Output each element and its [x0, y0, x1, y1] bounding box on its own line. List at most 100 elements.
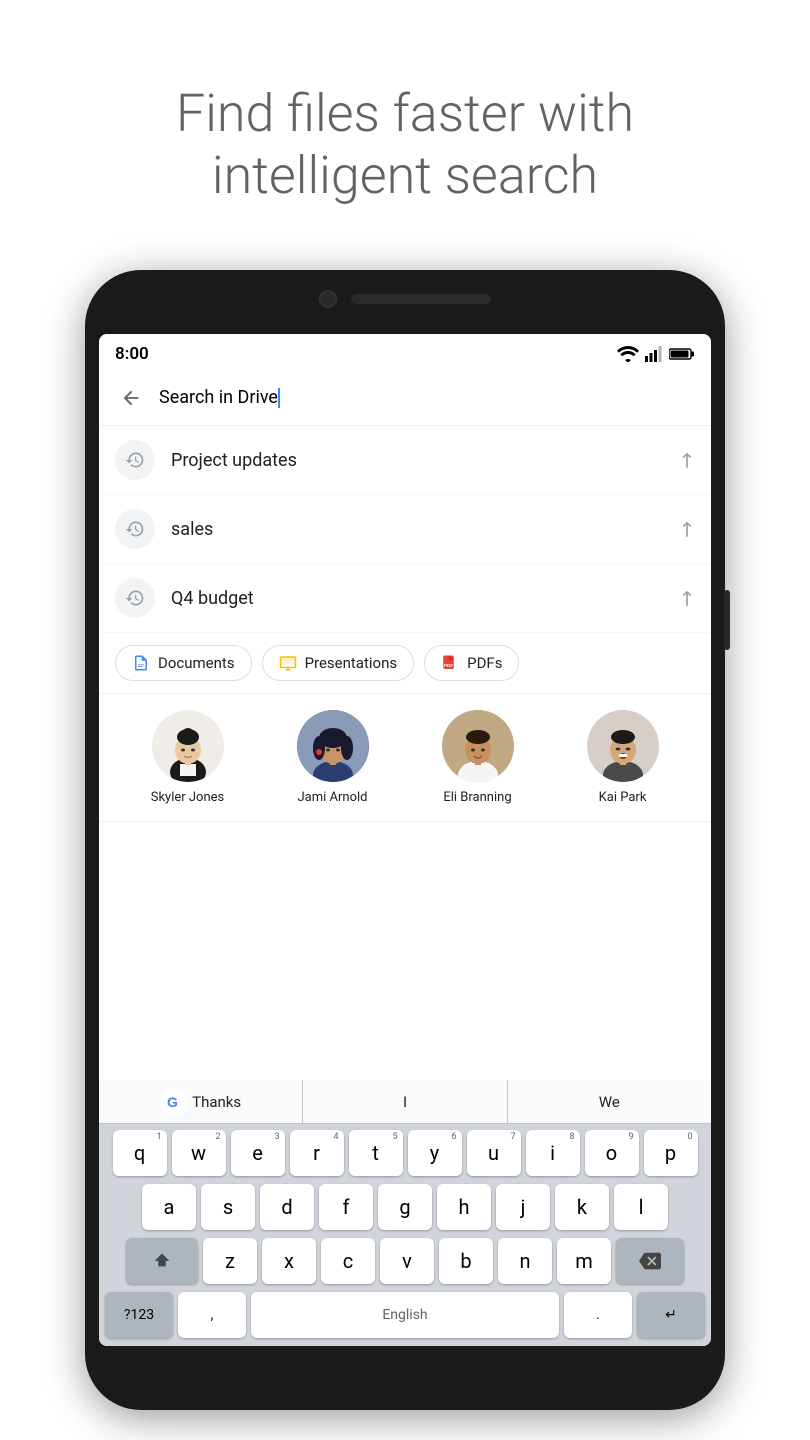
key-y[interactable]: 6y — [408, 1130, 462, 1176]
key-u[interactable]: 7u — [467, 1130, 521, 1176]
back-button[interactable] — [115, 382, 147, 414]
person-jami[interactable]: Jami Arnold — [260, 710, 405, 805]
key-m[interactable]: m — [557, 1238, 611, 1284]
key-row-1: 1q 2w 3e 4r 5t 6y 7u 8i 9o 0p — [105, 1130, 705, 1176]
avatar-eli — [442, 710, 514, 782]
keyboard-suggestion-2[interactable]: I — [303, 1080, 507, 1123]
avatar-kai — [587, 710, 659, 782]
key-delete[interactable] — [616, 1238, 684, 1284]
key-shift[interactable] — [126, 1238, 198, 1284]
chip-pdfs[interactable]: PDF PDFs — [424, 645, 519, 681]
chip-presentations-label: Presentations — [305, 654, 398, 672]
key-p[interactable]: 0p — [644, 1130, 698, 1176]
search-placeholder: Search in Drive — [159, 387, 278, 408]
person-jami-name: Jami Arnold — [297, 790, 367, 805]
key-j[interactable]: j — [496, 1184, 550, 1230]
key-i-number: 8 — [569, 1132, 574, 1142]
key-d[interactable]: d — [260, 1184, 314, 1230]
avatar-jami — [297, 710, 369, 782]
keyboard-rows: 1q 2w 3e 4r 5t 6y 7u 8i 9o 0p a s d f — [99, 1124, 711, 1284]
key-c[interactable]: c — [321, 1238, 375, 1284]
key-h[interactable]: h — [437, 1184, 491, 1230]
key-t-number: 5 — [392, 1132, 397, 1142]
key-k[interactable]: k — [555, 1184, 609, 1230]
suggestion-item-3[interactable]: Q4 budget ↗ — [99, 564, 711, 633]
chip-pdfs-label: PDFs — [467, 654, 502, 672]
key-row-3: z x c v b n m — [105, 1238, 705, 1284]
key-v[interactable]: v — [380, 1238, 434, 1284]
key-row-bottom: ?123 , English . ↵ — [99, 1292, 711, 1346]
key-g[interactable]: g — [378, 1184, 432, 1230]
key-q[interactable]: 1q — [113, 1130, 167, 1176]
search-input[interactable]: Search in Drive — [159, 387, 695, 408]
chip-documents[interactable]: Documents — [115, 645, 252, 681]
status-bar: 8:00 — [99, 334, 711, 370]
key-q-number: 1 — [156, 1132, 161, 1142]
key-p-number: 0 — [687, 1132, 692, 1142]
suggestion-item-2[interactable]: sales ↗ — [99, 495, 711, 564]
key-a[interactable]: a — [142, 1184, 196, 1230]
key-l[interactable]: l — [614, 1184, 668, 1230]
key-o[interactable]: 9o — [585, 1130, 639, 1176]
key-w-number: 2 — [215, 1132, 220, 1142]
key-t[interactable]: 5t — [349, 1130, 403, 1176]
person-kai-name: Kai Park — [599, 790, 647, 805]
person-kai[interactable]: Kai Park — [550, 710, 695, 805]
person-eli-name: Eli Branning — [443, 790, 511, 805]
history-icon-3 — [115, 578, 155, 618]
avatar-skyler — [152, 710, 224, 782]
keyboard-suggestion-text-1: Thanks — [192, 1093, 241, 1111]
key-z[interactable]: z — [203, 1238, 257, 1284]
wifi-icon — [617, 346, 639, 362]
phone-shell: 8:00 — [85, 270, 725, 1410]
search-bar[interactable]: Search in Drive — [99, 370, 711, 426]
key-period[interactable]: . — [564, 1292, 632, 1338]
people-row: Skyler Jones — [99, 694, 711, 822]
keyboard-suggestion-text-2: I — [403, 1093, 407, 1111]
key-r-number: 4 — [333, 1132, 338, 1142]
key-s[interactable]: s — [201, 1184, 255, 1230]
suggestion-item-1[interactable]: Project updates ↗ — [99, 426, 711, 495]
phone-screen: 8:00 — [99, 334, 711, 1346]
history-icon-1 — [115, 440, 155, 480]
key-y-number: 6 — [451, 1132, 456, 1142]
svg-text:PDF: PDF — [444, 663, 453, 668]
keyboard-area: G Thanks I We 1q 2w 3e — [99, 1080, 711, 1346]
key-e-number: 3 — [274, 1132, 279, 1142]
status-time: 8:00 — [115, 344, 149, 364]
camera — [319, 290, 337, 308]
history-icon-2 — [115, 509, 155, 549]
key-x[interactable]: x — [262, 1238, 316, 1284]
key-i[interactable]: 8i — [526, 1130, 580, 1176]
key-symbol[interactable]: ?123 — [105, 1292, 173, 1338]
key-comma[interactable]: , — [178, 1292, 246, 1338]
keyboard-suggestion-3[interactable]: We — [508, 1080, 711, 1123]
status-icons — [617, 346, 695, 362]
key-b[interactable]: b — [439, 1238, 493, 1284]
key-r[interactable]: 4r — [290, 1130, 344, 1176]
keyboard-suggestions-bar: G Thanks I We — [99, 1080, 711, 1124]
speaker — [351, 294, 491, 304]
chip-presentations[interactable]: Presentations — [262, 645, 415, 681]
key-return[interactable]: ↵ — [637, 1292, 705, 1338]
person-skyler[interactable]: Skyler Jones — [115, 710, 260, 805]
chip-documents-label: Documents — [158, 654, 235, 672]
side-button — [724, 590, 730, 650]
key-space[interactable]: English — [251, 1292, 559, 1338]
key-f[interactable]: f — [319, 1184, 373, 1230]
key-o-number: 9 — [628, 1132, 633, 1142]
headline-area: Find files faster with intelligent searc… — [0, 0, 810, 290]
key-e[interactable]: 3e — [231, 1130, 285, 1176]
signal-icon — [645, 346, 663, 362]
key-w[interactable]: 2w — [172, 1130, 226, 1176]
google-logo: G — [160, 1088, 188, 1116]
svg-text:G: G — [167, 1094, 178, 1110]
person-eli[interactable]: Eli Branning — [405, 710, 550, 805]
person-skyler-name: Skyler Jones — [151, 790, 225, 805]
suggestion-text-3: Q4 budget — [171, 588, 678, 609]
suggestion-text-2: sales — [171, 519, 678, 540]
phone-top-bar — [319, 290, 491, 308]
key-u-number: 7 — [510, 1132, 515, 1142]
key-n[interactable]: n — [498, 1238, 552, 1284]
keyboard-suggestion-1[interactable]: G Thanks — [99, 1080, 303, 1123]
